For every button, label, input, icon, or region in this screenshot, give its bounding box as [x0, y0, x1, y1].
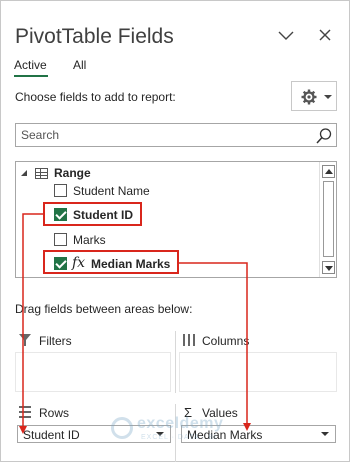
choose-fields-label: Choose fields to add to report:	[15, 90, 176, 104]
columns-area-title: Columns	[202, 334, 250, 348]
gear-icon	[301, 89, 317, 105]
scroll-down-button[interactable]	[322, 261, 335, 274]
watermark-tagline: EXCEL · DATA · BI	[141, 434, 217, 441]
scroll-thumb[interactable]	[323, 181, 334, 257]
field-list-scrollbar[interactable]	[319, 162, 336, 277]
scroll-up-button[interactable]	[322, 165, 335, 178]
dropdown-arrow-icon	[324, 95, 332, 99]
pane-title: PivotTable Fields	[15, 25, 174, 48]
chevron-down-icon[interactable]	[277, 27, 295, 43]
filter-icon	[19, 334, 31, 346]
columns-icon	[183, 334, 195, 346]
filters-drop-zone[interactable]	[15, 352, 171, 392]
area-divider	[175, 331, 176, 393]
drag-fields-label: Drag fields between areas below:	[15, 302, 193, 316]
dropdown-arrow-icon[interactable]	[321, 432, 329, 436]
active-tab-indicator	[14, 75, 48, 77]
close-icon[interactable]	[317, 27, 333, 43]
field-checkbox[interactable]	[54, 233, 67, 246]
field-checkbox[interactable]	[54, 184, 67, 197]
collapse-icon[interactable]	[21, 170, 27, 176]
pivottable-fields-pane: PivotTable Fields Active All Choose fiel…	[0, 0, 350, 462]
watermark-ring-icon	[111, 417, 133, 439]
field-label: Student Name	[73, 184, 150, 198]
rows-field-label: Student ID	[23, 428, 80, 442]
field-label: Marks	[73, 233, 106, 247]
rows-icon	[19, 406, 31, 418]
tab-active[interactable]: Active	[14, 58, 47, 72]
watermark-name: exceldemy	[137, 415, 224, 432]
filters-area-title: Filters	[39, 334, 72, 348]
tab-all[interactable]: All	[73, 58, 86, 72]
search-icon[interactable]	[315, 127, 333, 145]
search-box[interactable]	[15, 123, 337, 147]
table-icon	[35, 168, 48, 179]
columns-drop-zone[interactable]	[179, 352, 337, 392]
highlight-box-median-marks	[43, 250, 179, 274]
watermark-logo: exceldemy EXCEL · DATA · BI	[111, 415, 271, 445]
rows-area-title: Rows	[39, 406, 70, 420]
tools-button[interactable]	[291, 81, 337, 111]
table-name: Range	[54, 166, 91, 180]
search-input[interactable]	[21, 127, 311, 143]
highlight-box-student-id	[43, 202, 142, 226]
